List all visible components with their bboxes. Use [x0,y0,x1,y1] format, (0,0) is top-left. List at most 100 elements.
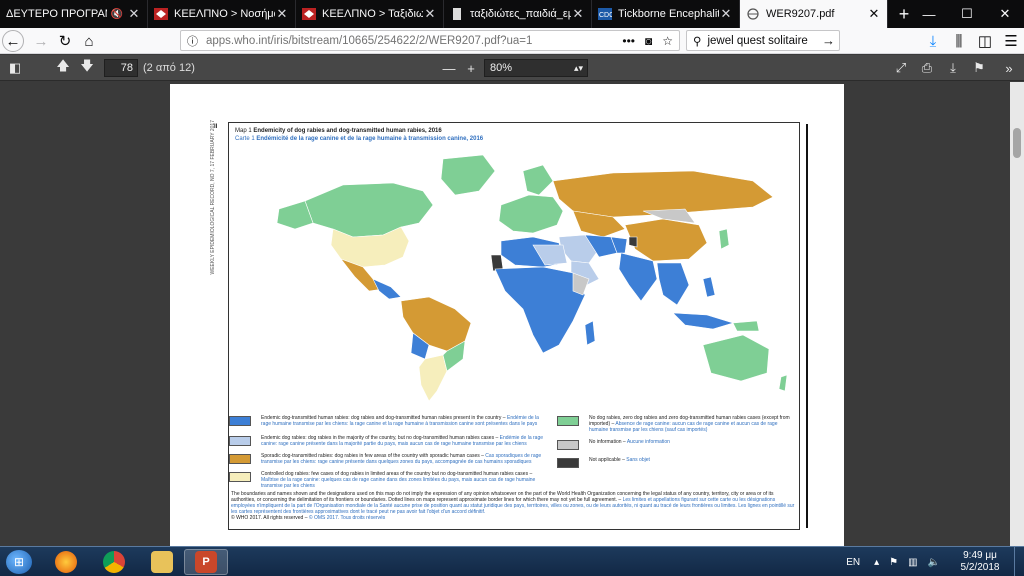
show-desktop-button[interactable] [1014,547,1024,576]
region-south-america-south [418,354,448,402]
folder-icon [151,551,173,573]
tab-wer9207[interactable]: WER9207.pdf ✕ [740,0,888,28]
bookmark-star-icon[interactable]: ☆ [662,34,673,48]
clock-date: 5/2/2018 [960,562,1000,573]
sidebar-toggle-icon[interactable]: ◧ [4,58,26,78]
action-center-icon[interactable]: ⚑ [889,557,898,568]
legend-text: No dog rabies, zero dog rabies and zero … [589,415,795,433]
taskbar-powerpoint[interactable]: P [184,549,228,575]
close-icon[interactable]: ✕ [719,6,733,22]
mute-icon[interactable]: 🔇 [111,9,123,20]
chevron-down-icon: ▴▾ [573,63,583,73]
region-europe [498,194,564,234]
powerpoint-icon: P [195,551,217,573]
map-title-text: Endemicity of dog rabies and dog-transmi… [253,128,442,134]
scrollbar-thumb[interactable] [1013,128,1021,158]
next-page-icon[interactable]: 🡇 [76,58,98,78]
library-icon[interactable]: ⫼ [946,30,972,52]
language-indicator[interactable]: EN [846,557,860,568]
url-bar[interactable]: ⓘ apps.who.int/iris/bitstream/10665/2546… [180,30,680,51]
presentation-mode-icon[interactable]: ⤢ [890,58,912,78]
legend-swatch [229,454,251,464]
map-disclaimer: The boundaries and names shown and the d… [231,491,797,521]
map-title-fr-text: Endémicité de la rage canine et de la ra… [256,136,484,142]
bookmark-icon[interactable]: ⚑ [968,58,990,78]
legend-text: Endemic dog rabies: dog rabies in the ma… [261,435,549,447]
print-icon[interactable]: ⎙ [916,58,938,78]
clock[interactable]: 9:49 μμ 5/2/2018 [950,550,1010,574]
close-icon[interactable]: ✕ [275,6,289,22]
zoom-in-icon[interactable]: + [460,58,482,78]
zoom-select[interactable]: 80% ▴▾ [484,59,588,77]
search-bar[interactable]: ⚲ jewel quest solitaire → [686,30,840,51]
legend-swatch [229,472,251,482]
maximize-button[interactable]: ☐ [948,0,986,28]
pocket-icon[interactable]: ◙ [645,34,652,48]
map-title: Map 1 Endemicity of dog rabies and dog-t… [235,128,442,134]
taskbar-explorer[interactable] [140,549,184,575]
side-running-header: WEEKLY EPIDEMIOLOGICAL RECORD, NO 7, 17 … [210,120,216,275]
region-greenland [440,154,496,196]
forward-button[interactable]: → [28,30,54,52]
home-button[interactable]: ⌂ [76,30,102,52]
start-button[interactable]: ⊞ [6,550,32,574]
page-count: (2 από 12) [143,62,195,74]
cdc-favicon-icon: CDC [598,8,612,20]
legend-item-controlled: Controlled dog rabies: few cases of dog … [229,471,549,489]
tab-keelpno-travel[interactable]: ΚΕΕΛΠΝΟ > Ταξιδιωτική ✕ [296,0,444,28]
close-icon[interactable]: ✕ [423,6,437,22]
previous-page-icon[interactable]: 🡅 [52,58,74,78]
search-go-icon[interactable]: → [822,33,835,48]
download-icon[interactable]: ⤓ [920,30,946,52]
tab-label: ΚΕΕΛΠΝΟ > Νοσήματα Α [174,8,275,20]
zoom-out-icon[interactable]: — [438,58,460,78]
tab-travelers-children[interactable]: ταξιδιώτες_παιδιά_εμβόλια ✕ [444,0,592,28]
world-rabies-map [276,154,788,402]
volume-icon[interactable]: 🔈 [928,557,940,568]
close-icon[interactable]: ✕ [571,6,585,22]
pdf-viewer[interactable]: WEEKLY EPIDEMIOLOGICAL RECORD, NO 7, 17 … [0,82,1010,546]
legend-item-endemic-dog: Endemic dog rabies: dog rabies in the ma… [229,435,549,447]
legend-item-not-applicable: Not applicable – Sans objet [557,457,795,468]
tab-skai[interactable]: ΔΕΥΤΕΡΟ ΠΡΟΓΡΑΜΜΑ | ΣΚΑΪ 🔇 ✕ [0,0,148,28]
tools-icon[interactable]: » [998,58,1020,78]
tab-label: ΚΕΕΛΠΝΟ > Ταξιδιωτική [322,8,423,20]
download-pdf-icon[interactable]: ⤓ [942,58,964,78]
legend-fr: Sans objet [626,457,650,463]
page-number-input[interactable]: 78 [104,59,138,77]
menu-icon[interactable]: ☰ [998,30,1024,52]
region-papua [732,320,760,332]
show-hidden-icons-icon[interactable]: ▴ [874,557,879,568]
legend-item-no-information: No information – Aucune information [557,439,795,450]
close-icon[interactable]: ✕ [867,6,881,22]
reload-button[interactable]: ↻ [52,30,78,52]
close-window-button[interactable]: ✕ [986,0,1024,28]
copyright-fr: © OMS 2017. Tous droits réservés [308,515,386,521]
network-icon[interactable]: ▥ [908,557,917,568]
minimize-button[interactable]: — [910,0,948,28]
url-path: /iris/bitstream/10665/254622/2/WER9207.p… [270,34,533,47]
tab-keelpno-diseases[interactable]: ΚΕΕΛΠΝΟ > Νοσήματα Α ✕ [148,0,296,28]
legend-text: Endemic dog-transmitted human rabies: do… [261,415,549,427]
tab-tickborne[interactable]: CDC Tickborne Encephalitis - C ✕ [592,0,740,28]
frame-edge [806,124,808,528]
chrome-icon [103,551,125,573]
region-africa-central [494,266,586,354]
more-actions-icon[interactable]: ••• [622,34,635,48]
legend-text: No information – Aucune information [589,439,670,450]
map-title-fr: Carte 1 Endémicité de la rage canine et … [235,136,483,142]
viewer-scrollbar[interactable] [1010,82,1024,546]
legend-swatch [557,458,579,468]
region-southeast-asia [656,262,690,306]
back-button[interactable]: ← [2,30,24,52]
info-icon[interactable]: ⓘ [187,33,198,49]
search-input[interactable]: jewel quest solitaire [707,35,807,47]
close-icon[interactable]: ✕ [127,6,141,22]
tab-label: ταξιδιώτες_παιδιά_εμβόλια [470,8,571,20]
tab-label: WER9207.pdf [766,8,835,20]
region-indonesia [672,312,735,330]
taskbar-firefox[interactable] [44,549,88,575]
taskbar-chrome[interactable] [92,549,136,575]
sidebar-icon[interactable]: ◫ [972,30,998,52]
region-madagascar [584,320,596,346]
